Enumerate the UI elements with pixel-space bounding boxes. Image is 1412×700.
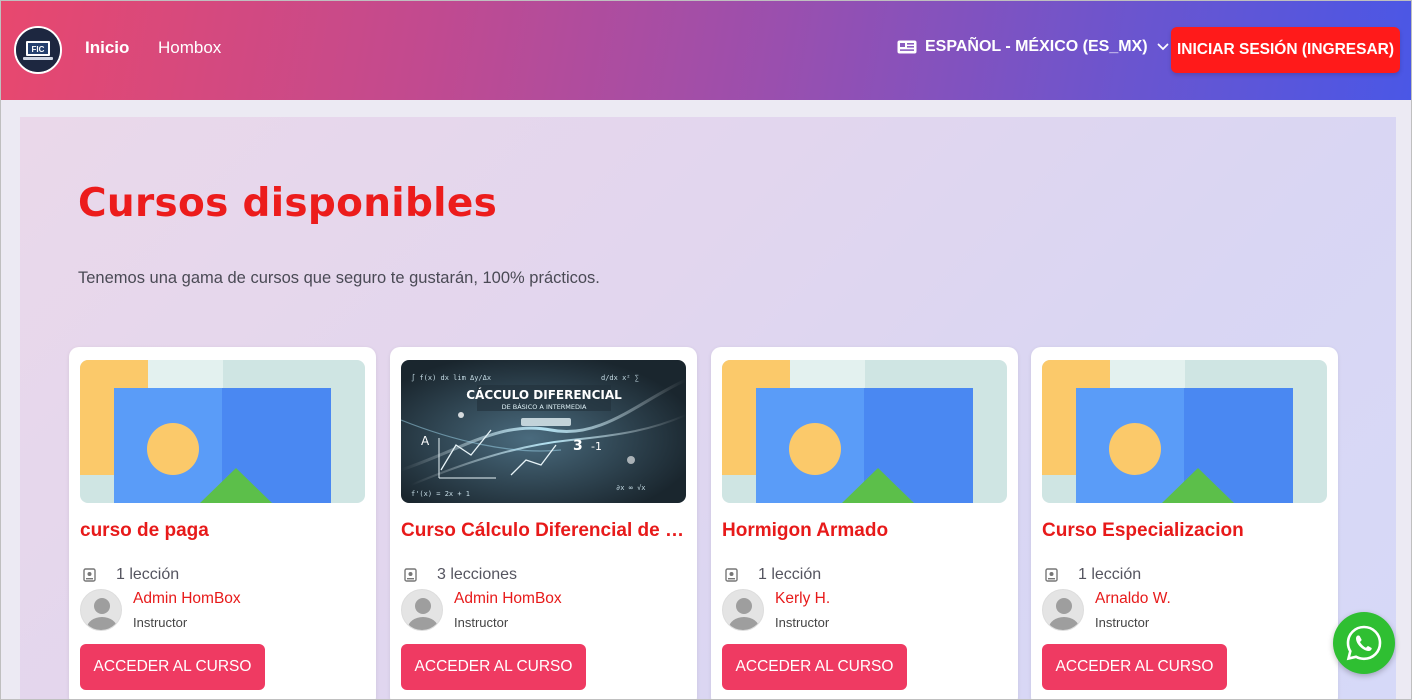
- course-image-placeholder[interactable]: [722, 360, 1007, 503]
- avatar: [722, 589, 764, 631]
- lesson-book-icon: [401, 568, 419, 582]
- svg-text:3: 3: [573, 438, 583, 454]
- access-course-button[interactable]: ACCEDER AL CURSO: [401, 644, 586, 690]
- lesson-count-label: 1 lección: [1078, 566, 1142, 583]
- top-navbar: FIC Inicio Hombox ESPAÑOL - MÉXICO (ES_M…: [0, 0, 1412, 100]
- lesson-book-icon: [80, 568, 98, 582]
- svg-text:CÁCCULO DIFERENCIAL: CÁCCULO DIFERENCIAL: [466, 387, 622, 402]
- instructor-name[interactable]: Admin HomBox: [454, 590, 562, 608]
- access-course-button[interactable]: ACCEDER AL CURSO: [722, 644, 907, 690]
- access-course-button[interactable]: ACCEDER AL CURSO: [1042, 644, 1227, 690]
- nav-inicio[interactable]: Inicio: [85, 38, 129, 58]
- page-subtitle: Tenemos una gama de cursos que seguro te…: [78, 269, 600, 287]
- avatar: [1042, 589, 1084, 631]
- chevron-down-icon: [1157, 43, 1169, 51]
- course-title[interactable]: Curso Especializacion: [1042, 520, 1327, 542]
- course-card[interactable]: Hormigon Armado 1 lección Kerly H. Instr…: [711, 347, 1018, 700]
- course-image-calculus[interactable]: CÁCCULO DIFERENCIAL DE BÁSICO A INTERMED…: [401, 360, 686, 503]
- course-title[interactable]: Hormigon Armado: [722, 520, 1007, 542]
- instructor-name[interactable]: Arnaldo W.: [1095, 590, 1171, 608]
- instructor-role: Instructor: [1095, 615, 1150, 630]
- course-title[interactable]: curso de paga: [80, 520, 365, 542]
- course-image-placeholder[interactable]: [80, 360, 365, 503]
- whatsapp-button[interactable]: [1333, 612, 1395, 674]
- course-image-placeholder[interactable]: [1042, 360, 1327, 503]
- lesson-count: 1 lección: [722, 566, 821, 584]
- course-card[interactable]: Curso Especializacion 1 lección Arnaldo …: [1031, 347, 1338, 700]
- lesson-count-label: 1 lección: [758, 566, 822, 583]
- lesson-book-icon: [722, 568, 740, 582]
- svg-text:-1: -1: [591, 440, 602, 453]
- lesson-count-label: 3 lecciones: [437, 566, 518, 583]
- svg-text:f'(x) = 2x + 1: f'(x) = 2x + 1: [411, 490, 470, 498]
- page-title: Cursos disponibles: [78, 181, 498, 226]
- language-selector[interactable]: ESPAÑOL - MÉXICO (ES_MX): [897, 38, 1169, 56]
- lesson-count: 3 lecciones: [401, 566, 517, 584]
- instructor-role: Instructor: [133, 615, 188, 630]
- nav-hombox[interactable]: Hombox: [158, 38, 221, 58]
- login-button[interactable]: INICIAR SESIÓN (INGRESAR): [1171, 27, 1400, 73]
- lesson-count: 1 lección: [80, 566, 179, 584]
- avatar: [80, 589, 122, 631]
- course-card[interactable]: CÁCCULO DIFERENCIAL DE BÁSICO A INTERMED…: [390, 347, 697, 700]
- access-course-button[interactable]: ACCEDER AL CURSO: [80, 644, 265, 690]
- svg-text:∫ f(x) dx lim Δy/Δx: ∫ f(x) dx lim Δy/Δx: [411, 373, 491, 382]
- avatar: [401, 589, 443, 631]
- instructor-name[interactable]: Kerly H.: [775, 590, 830, 608]
- instructor-role: Instructor: [454, 615, 509, 630]
- course-card[interactable]: curso de paga 1 lección Admin HomBox Ins…: [69, 347, 376, 700]
- logo-icon: FIC: [16, 28, 60, 72]
- svg-text:A: A: [421, 434, 430, 448]
- site-logo[interactable]: FIC: [14, 26, 62, 74]
- svg-text:d/dx x² ∑: d/dx x² ∑: [601, 374, 639, 382]
- language-card-icon: [897, 40, 917, 54]
- language-label: ESPAÑOL - MÉXICO (ES_MX): [925, 38, 1148, 55]
- instructor-name[interactable]: Admin HomBox: [133, 590, 241, 608]
- svg-text:∂x ∞ √x: ∂x ∞ √x: [616, 484, 646, 492]
- course-title[interactable]: Curso Cálculo Diferencial de Básico a In…: [401, 520, 686, 542]
- lesson-count-label: 1 lección: [116, 566, 180, 583]
- lesson-book-icon: [1042, 568, 1060, 582]
- svg-text:FIC: FIC: [32, 45, 45, 54]
- whatsapp-icon: [1346, 625, 1382, 661]
- instructor-role: Instructor: [775, 615, 830, 630]
- svg-text:DE BÁSICO A INTERMEDIA: DE BÁSICO A INTERMEDIA: [502, 402, 587, 411]
- courses-section: Cursos disponibles Tenemos una gama de c…: [20, 117, 1396, 700]
- lesson-count: 1 lección: [1042, 566, 1141, 584]
